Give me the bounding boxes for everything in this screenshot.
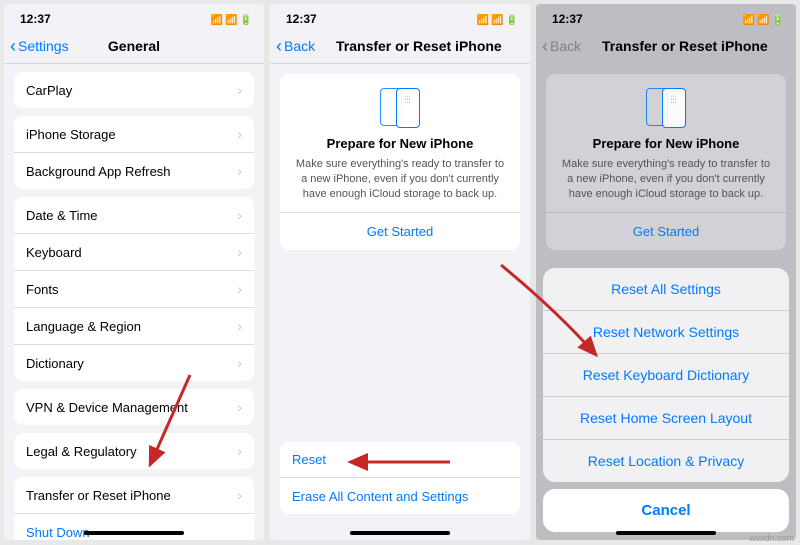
back-button[interactable]: ‹ Back: [276, 37, 315, 55]
row-label: iPhone Storage: [26, 127, 116, 142]
chevron-right-icon: ›: [237, 82, 242, 98]
row-label: CarPlay: [26, 83, 72, 98]
prepare-card: ••••••••• Prepare for New iPhone Make su…: [280, 74, 520, 250]
status-bar: 12:37 📶📶🔋: [270, 4, 530, 28]
home-indicator[interactable]: [84, 531, 184, 535]
chevron-right-icon: ›: [237, 163, 242, 179]
row-label: Erase All Content and Settings: [292, 489, 468, 504]
row-transfer-reset[interactable]: Transfer or Reset iPhone ›: [14, 477, 254, 514]
row-label: VPN & Device Management: [26, 400, 188, 415]
row-label: Background App Refresh: [26, 164, 171, 179]
row-label: Reset: [292, 452, 326, 467]
home-indicator[interactable]: [616, 531, 716, 535]
back-label: Back: [284, 38, 315, 54]
chevron-right-icon: ›: [237, 126, 242, 142]
status-icons: 📶📶🔋: [741, 12, 784, 26]
get-started-button[interactable]: Get Started: [280, 212, 520, 250]
screen-general: 12:37 📶📶🔋 ‹ Settings General CarPlay › iP…: [4, 4, 264, 540]
row-label: Keyboard: [26, 245, 82, 260]
status-time: 12:37: [552, 12, 583, 26]
reset-keyboard-dictionary[interactable]: Reset Keyboard Dictionary: [543, 354, 789, 397]
chevron-left-icon: ‹: [542, 37, 548, 55]
chevron-right-icon: ›: [237, 399, 242, 415]
action-sheet: Reset All Settings Reset Network Setting…: [543, 268, 789, 532]
chevron-right-icon: ›: [237, 207, 242, 223]
status-icons: 📶📶🔋: [209, 12, 252, 26]
row-language-region[interactable]: Language & Region ›: [14, 308, 254, 345]
screen-reset-sheet: 12:37 📶📶🔋 ‹ Back Transfer or Reset iPhon…: [536, 4, 796, 540]
row-shut-down[interactable]: Shut Down: [14, 514, 254, 540]
card-body: Make sure everything's ready to transfer…: [558, 157, 774, 202]
content-area: ••••••••• Prepare for New iPhone Make su…: [270, 64, 530, 540]
erase-all-button[interactable]: Erase All Content and Settings: [280, 478, 520, 514]
chevron-right-icon: ›: [237, 443, 242, 459]
row-carplay[interactable]: CarPlay ›: [14, 72, 254, 108]
row-background-app-refresh[interactable]: Background App Refresh ›: [14, 153, 254, 189]
row-iphone-storage[interactable]: iPhone Storage ›: [14, 116, 254, 153]
nav-bar: ‹ Back Transfer or Reset iPhone: [536, 28, 796, 64]
status-bar: 12:37 📶📶🔋: [536, 4, 796, 28]
row-label: Fonts: [26, 282, 59, 297]
row-label: Shut Down: [26, 525, 90, 540]
card-heading: Prepare for New iPhone: [292, 136, 508, 151]
row-label: Dictionary: [26, 356, 84, 371]
row-dictionary[interactable]: Dictionary ›: [14, 345, 254, 381]
row-legal-regulatory[interactable]: Legal & Regulatory ›: [14, 433, 254, 469]
card-heading: Prepare for New iPhone: [558, 136, 774, 151]
sheet-options: Reset All Settings Reset Network Setting…: [543, 268, 789, 482]
row-label: Language & Region: [26, 319, 141, 334]
settings-scroll[interactable]: CarPlay › iPhone Storage › Background App …: [4, 64, 264, 540]
reset-home-screen-layout[interactable]: Reset Home Screen Layout: [543, 397, 789, 440]
row-keyboard[interactable]: Keyboard ›: [14, 234, 254, 271]
prepare-card: ••••••••• Prepare for New iPhone Make su…: [546, 74, 786, 250]
reset-network-settings[interactable]: Reset Network Settings: [543, 311, 789, 354]
row-label: Date & Time: [26, 208, 98, 223]
chevron-right-icon: ›: [237, 318, 242, 334]
reset-location-privacy[interactable]: Reset Location & Privacy: [543, 440, 789, 482]
reset-all-settings[interactable]: Reset All Settings: [543, 268, 789, 311]
back-label: Settings: [18, 38, 69, 54]
chevron-left-icon: ‹: [276, 37, 282, 55]
status-time: 12:37: [20, 12, 51, 26]
reset-button[interactable]: Reset: [280, 442, 520, 478]
back-button[interactable]: ‹ Settings: [10, 37, 69, 55]
status-bar: 12:37 📶📶🔋: [4, 4, 264, 28]
chevron-right-icon: ›: [237, 355, 242, 371]
cancel-button[interactable]: Cancel: [543, 489, 789, 532]
get-started-button: Get Started: [546, 212, 786, 250]
row-fonts[interactable]: Fonts ›: [14, 271, 254, 308]
chevron-right-icon: ›: [237, 281, 242, 297]
chevron-right-icon: ›: [237, 244, 242, 260]
screen-transfer-reset: 12:37 📶📶🔋 ‹ Back Transfer or Reset iPhon…: [270, 4, 530, 540]
back-button: ‹ Back: [542, 37, 581, 55]
home-indicator[interactable]: [350, 531, 450, 535]
nav-bar: ‹ Settings General: [4, 28, 264, 64]
devices-icon: •••••••••: [558, 88, 774, 128]
chevron-right-icon: ›: [237, 487, 242, 503]
chevron-left-icon: ‹: [10, 37, 16, 55]
status-time: 12:37: [286, 12, 317, 26]
devices-icon: •••••••••: [292, 88, 508, 128]
row-label: Legal & Regulatory: [26, 444, 137, 459]
row-vpn-device-management[interactable]: VPN & Device Management ›: [14, 389, 254, 425]
nav-bar: ‹ Back Transfer or Reset iPhone: [270, 28, 530, 64]
back-label: Back: [550, 38, 581, 54]
row-date-time[interactable]: Date & Time ›: [14, 197, 254, 234]
watermark: wsxdn.com: [749, 533, 794, 543]
status-icons: 📶📶🔋: [475, 12, 518, 26]
row-label: Transfer or Reset iPhone: [26, 488, 171, 503]
card-body: Make sure everything's ready to transfer…: [292, 157, 508, 202]
